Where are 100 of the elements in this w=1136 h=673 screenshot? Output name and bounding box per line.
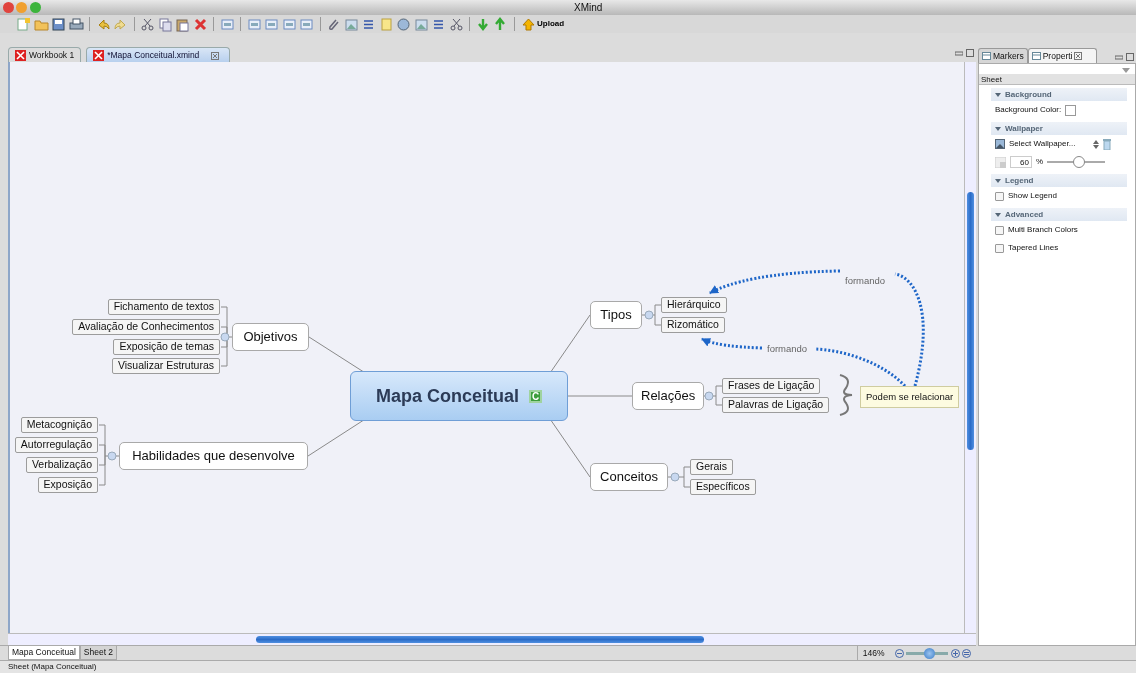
panel-tab[interactable]: Properti (1027, 48, 1098, 63)
subtopic[interactable]: Específicos (690, 479, 756, 495)
checkbox-label: Multi Branch Colors (1008, 224, 1078, 236)
copy-icon[interactable] (157, 16, 173, 32)
printer-icon[interactable] (68, 16, 84, 32)
collapse-handle[interactable] (220, 332, 230, 342)
close-icon[interactable] (211, 52, 220, 60)
status-text: Sheet (Mapa Conceitual) (0, 660, 1136, 673)
zoom-slider[interactable] (906, 647, 948, 659)
close-button[interactable] (2, 2, 14, 13)
expand-icon (995, 126, 1001, 131)
trash-icon[interactable] (1103, 138, 1112, 150)
section-header[interactable]: Legend (991, 174, 1127, 187)
checkbox-label: Tapered Lines (1008, 242, 1059, 254)
section-header[interactable]: Advanced (991, 208, 1127, 221)
field-label: Background Color: (995, 104, 1062, 116)
topic[interactable]: Objetivos (232, 323, 309, 351)
editor-tab[interactable]: Workbook 1 (8, 47, 82, 62)
save-icon[interactable] (51, 16, 66, 32)
collapse-handle[interactable] (670, 472, 680, 482)
collapse-handle[interactable] (704, 391, 714, 401)
checkbox[interactable] (995, 243, 1004, 253)
panel-icon (982, 52, 991, 60)
delete-icon[interactable] (192, 16, 208, 32)
subtopic[interactable]: Visualizar Estruturas (111, 358, 220, 374)
topic-icon[interactable] (299, 16, 314, 32)
section-header[interactable]: Wallpaper (991, 122, 1127, 135)
zoom-button[interactable] (29, 2, 41, 13)
globe-icon[interactable] (396, 16, 411, 32)
connector-line (641, 304, 662, 326)
topic[interactable]: Relações (632, 382, 705, 410)
topic[interactable]: Conceitos (590, 463, 668, 491)
subtopic[interactable]: Avaliação de Conhecimentos (72, 319, 220, 335)
minimize-icon[interactable] (955, 49, 963, 57)
maximize-icon[interactable] (965, 49, 974, 57)
central-topic-text: Mapa Conceitual (376, 384, 519, 408)
checkbox[interactable] (995, 191, 1004, 201)
zoom-fit-icon[interactable] (962, 648, 971, 658)
subtopic[interactable]: Autorregulação (14, 437, 98, 453)
minimize-icon[interactable] (1115, 52, 1123, 61)
connector-line (98, 424, 120, 486)
topic-icon[interactable] (246, 16, 262, 32)
connector-line (567, 395, 633, 397)
summary-topic[interactable]: Podem se relacionar (860, 386, 960, 408)
upload-button[interactable]: Upload (520, 17, 567, 31)
arrow-down-icon[interactable] (475, 16, 491, 32)
stepper-icon[interactable] (1093, 139, 1100, 149)
connector-line (667, 466, 691, 488)
cut-icon[interactable] (448, 16, 464, 32)
topic[interactable]: Habilidades que desenvolve (119, 442, 308, 470)
topic-icon[interactable] (281, 16, 297, 32)
arrow-up-icon[interactable] (493, 16, 508, 32)
subtopic[interactable]: Gerais (690, 459, 733, 475)
select-wallpaper-button[interactable]: Select Wallpaper... (1009, 138, 1076, 150)
sheet-tab[interactable]: Sheet 2 (79, 646, 118, 660)
checkbox[interactable] (995, 225, 1004, 235)
vertical-scrollbar[interactable] (964, 62, 976, 633)
subtopic[interactable]: Fichamento de textos (107, 299, 220, 315)
opacity-field[interactable]: 60 (1010, 156, 1032, 168)
relationship-label: formando (845, 275, 886, 286)
subtopic[interactable]: Hierárquico (661, 297, 727, 313)
section-header: Sheet (979, 74, 1135, 85)
cut-icon[interactable] (140, 16, 155, 32)
connector-line (220, 306, 233, 367)
subtopic[interactable]: Verbalização (25, 457, 98, 473)
expand-icon (995, 178, 1001, 183)
minimize-button[interactable] (16, 2, 27, 13)
marker-icon: C (529, 389, 542, 403)
collapse-handle[interactable] (644, 310, 654, 320)
unit-label: % (1036, 156, 1044, 168)
subtopic[interactable]: Metacognição (20, 417, 98, 433)
expand-icon (995, 212, 1001, 217)
subtopic[interactable]: Palavras de Ligação (722, 397, 830, 413)
topic[interactable]: Tipos (590, 301, 642, 329)
maximize-icon[interactable] (1125, 52, 1134, 61)
image-icon (995, 139, 1005, 149)
subtopic[interactable]: Exposição (37, 477, 98, 493)
topic-icon[interactable] (219, 16, 235, 32)
relationship-label: formando (767, 343, 808, 354)
paste-icon[interactable] (175, 16, 190, 32)
upload-icon (522, 17, 535, 31)
subtopic[interactable]: Frases de Ligação (722, 378, 821, 394)
panel-tab[interactable]: Markers (978, 48, 1028, 63)
zoom-in-icon[interactable] (950, 648, 960, 658)
editor-tab[interactable]: *Mapa Conceitual.xmind (86, 47, 231, 62)
opacity-icon (995, 156, 1006, 168)
subtopic[interactable]: Exposição de temas (113, 339, 220, 355)
subtopic[interactable]: Rizomático (661, 317, 725, 333)
new-document-icon[interactable] (16, 16, 31, 32)
collapse-handle[interactable] (107, 451, 117, 461)
summary-brace (839, 374, 853, 416)
horizontal-scrollbar[interactable] (8, 633, 976, 645)
section-header[interactable]: Background (991, 88, 1127, 101)
close-icon[interactable] (1074, 52, 1083, 60)
zoom-out-icon[interactable] (894, 648, 904, 658)
topic-icon[interactable] (264, 16, 279, 32)
color-swatch[interactable] (1065, 104, 1077, 116)
central-topic[interactable]: Mapa Conceitual C (350, 371, 568, 421)
sheet-tab[interactable]: Mapa Conceitual (8, 646, 80, 660)
expand-icon (995, 92, 1001, 97)
